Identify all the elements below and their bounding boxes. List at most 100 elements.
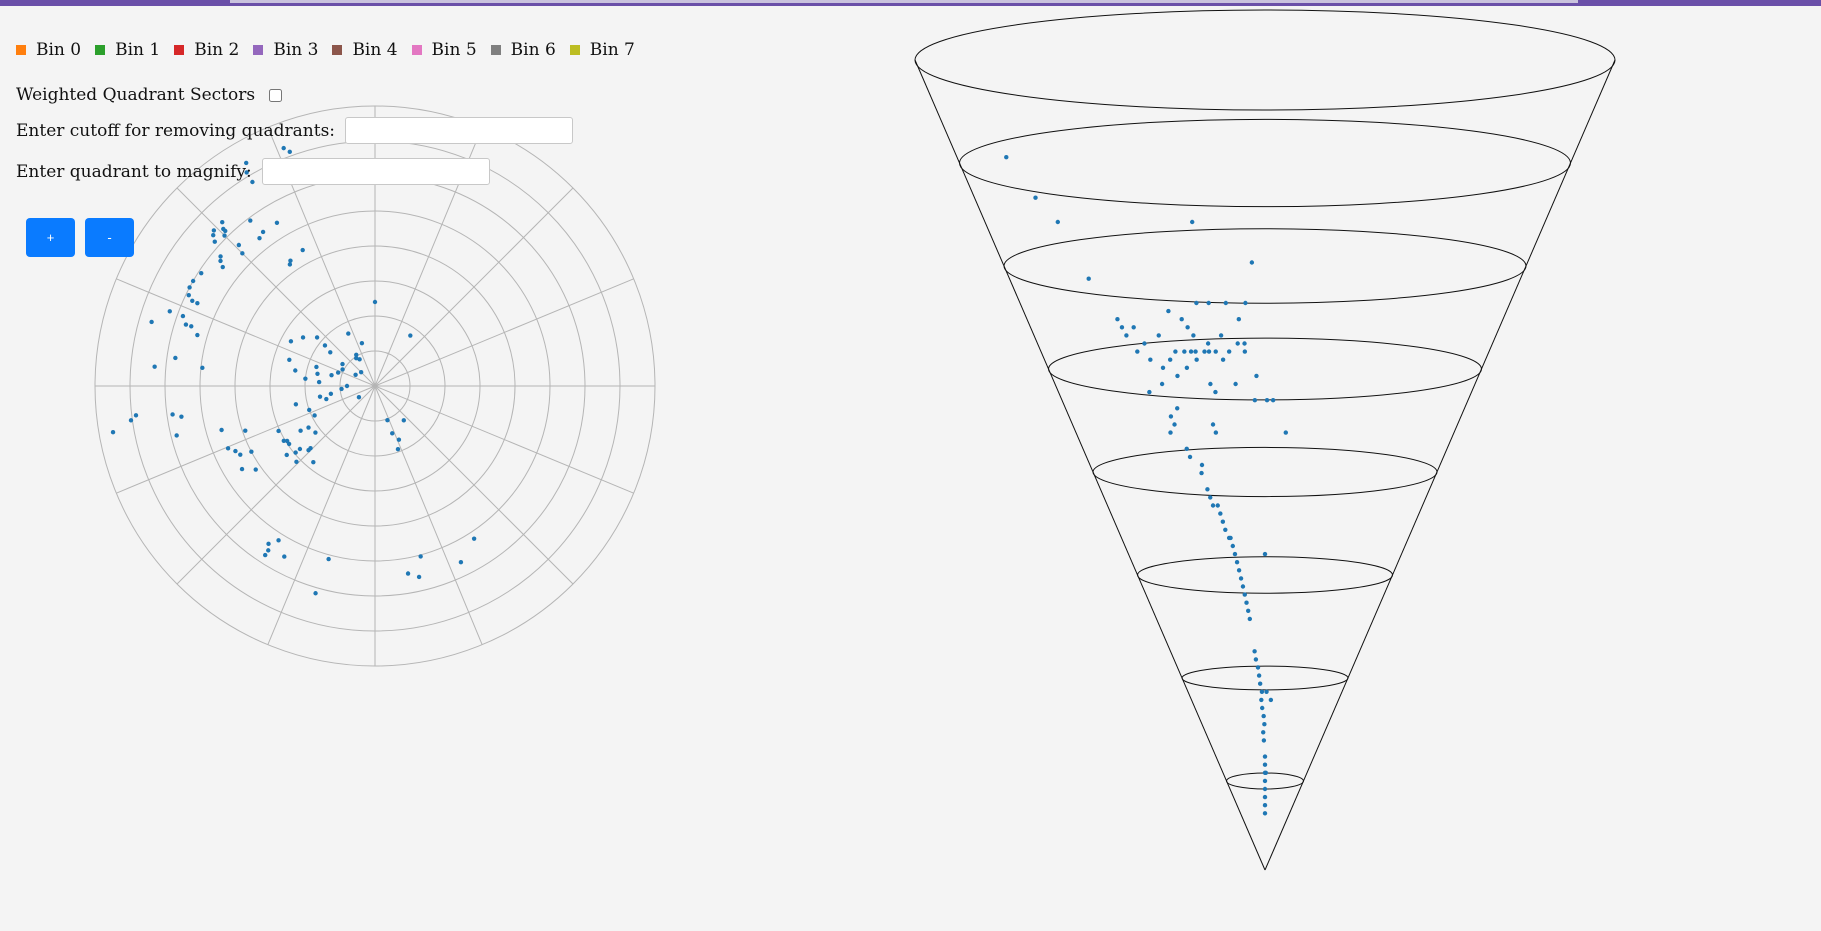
cone-point	[1148, 357, 1153, 362]
cone-level-ellipse	[1181, 665, 1349, 691]
cone-point	[1244, 600, 1249, 605]
cone-point	[1213, 389, 1218, 395]
cone-point	[1226, 349, 1232, 354]
cone-level-ellipse	[914, 9, 1616, 111]
cone-point	[1172, 422, 1177, 427]
cone-point	[1131, 325, 1136, 330]
cone-point	[1232, 551, 1238, 557]
cone-point	[1230, 543, 1236, 549]
cutoff-input[interactable]	[345, 117, 574, 144]
cone-point	[1252, 398, 1258, 403]
cone-point	[1242, 592, 1247, 597]
cone-point	[1264, 689, 1269, 694]
cone-point	[1270, 398, 1276, 403]
cutoff-label: Enter cutoff for removing quadrants:	[16, 120, 336, 141]
cone-point	[1220, 519, 1226, 524]
cone-point	[1215, 503, 1220, 508]
cone-point	[1256, 673, 1262, 678]
cone-level-ellipse	[959, 118, 1571, 208]
cone-point	[1205, 487, 1210, 492]
cone-point	[1262, 778, 1268, 784]
cone-point	[1115, 317, 1120, 322]
cone-point	[1253, 657, 1259, 662]
cone-point	[1188, 349, 1194, 354]
cone-point	[1223, 300, 1229, 306]
cone-point	[1147, 389, 1152, 395]
cone-point	[1156, 333, 1161, 338]
magnify-label: Enter quadrant to magnify:	[16, 161, 252, 182]
cone-point	[1254, 373, 1259, 379]
cone-point	[1124, 333, 1129, 338]
cone-point	[1199, 470, 1204, 476]
cone-point	[1262, 551, 1268, 557]
cone-point	[1194, 300, 1199, 306]
zoom-out-button[interactable]: -	[85, 218, 134, 257]
cone-point	[1240, 584, 1246, 589]
weighted-sectors-row: Weighted Quadrant Sectors	[16, 85, 283, 105]
cone-point	[1173, 349, 1178, 354]
cone-point	[1206, 300, 1211, 306]
cone-point	[1206, 349, 1212, 354]
cone-level-ellipse	[1048, 337, 1482, 401]
cone-point	[1168, 414, 1174, 419]
cone-point	[1213, 430, 1219, 435]
cone-point	[1236, 317, 1242, 322]
cone-point	[1190, 219, 1195, 225]
cone-point	[1119, 325, 1125, 330]
cone-edge-left	[914, 59, 1266, 871]
cone-point	[1235, 341, 1240, 346]
cone-point	[1004, 155, 1009, 160]
cone-point	[1199, 462, 1205, 468]
cone-point	[1257, 681, 1263, 686]
cone-level-ellipse	[1137, 556, 1393, 594]
cone-point	[1033, 195, 1038, 200]
cone-point	[1185, 325, 1190, 330]
magnify-input[interactable]	[261, 158, 490, 185]
cone-point	[1135, 349, 1140, 354]
cone-point	[1260, 705, 1265, 711]
cone-point	[1205, 341, 1211, 346]
cone-level-ellipse	[1092, 446, 1438, 498]
cone-point	[1055, 219, 1061, 225]
cone-point	[1262, 794, 1268, 800]
cone-point	[1236, 568, 1242, 573]
cone-point	[1175, 373, 1180, 379]
cone-point	[1262, 722, 1267, 727]
cone-point	[1238, 576, 1244, 581]
cone-point	[1218, 511, 1223, 516]
cone-point	[1262, 811, 1268, 816]
cone-point	[1208, 495, 1213, 500]
magnify-row: Enter quadrant to magnify:	[16, 158, 490, 185]
cone-point	[1246, 608, 1251, 613]
cone-point	[1242, 349, 1248, 354]
cone-point	[1166, 308, 1171, 314]
cone-point	[1242, 341, 1247, 346]
cone-point	[1262, 754, 1268, 759]
cone-level-ellipse	[1003, 228, 1527, 304]
cone-point	[1210, 422, 1216, 427]
cone-point	[1233, 381, 1238, 387]
cone-point	[1218, 333, 1224, 338]
cone-point	[1184, 446, 1189, 451]
cone-point	[1234, 560, 1240, 565]
cone-point	[1261, 713, 1266, 719]
cone-point	[1159, 381, 1165, 387]
cone-point	[1262, 786, 1268, 792]
cone-point	[1208, 381, 1213, 387]
cone-point	[1264, 398, 1270, 403]
cone-point	[1259, 689, 1265, 694]
cone-point	[1160, 365, 1166, 370]
cone-point	[1243, 300, 1248, 306]
cone-point	[1247, 616, 1253, 622]
cone-point	[1263, 770, 1269, 775]
cone-point	[1261, 730, 1266, 735]
cone-point	[1210, 503, 1216, 508]
cutoff-row: Enter cutoff for removing quadrants:	[16, 117, 574, 144]
weighted-sectors-checkbox[interactable]	[269, 88, 283, 102]
weighted-sectors-label: Weighted Quadrant Sectors	[16, 85, 256, 105]
cone-points	[1004, 155, 1288, 816]
cone-point	[1261, 738, 1267, 743]
cone-point	[1255, 665, 1261, 670]
zoom-in-button[interactable]: +	[26, 218, 75, 257]
cone-point	[1167, 357, 1173, 362]
